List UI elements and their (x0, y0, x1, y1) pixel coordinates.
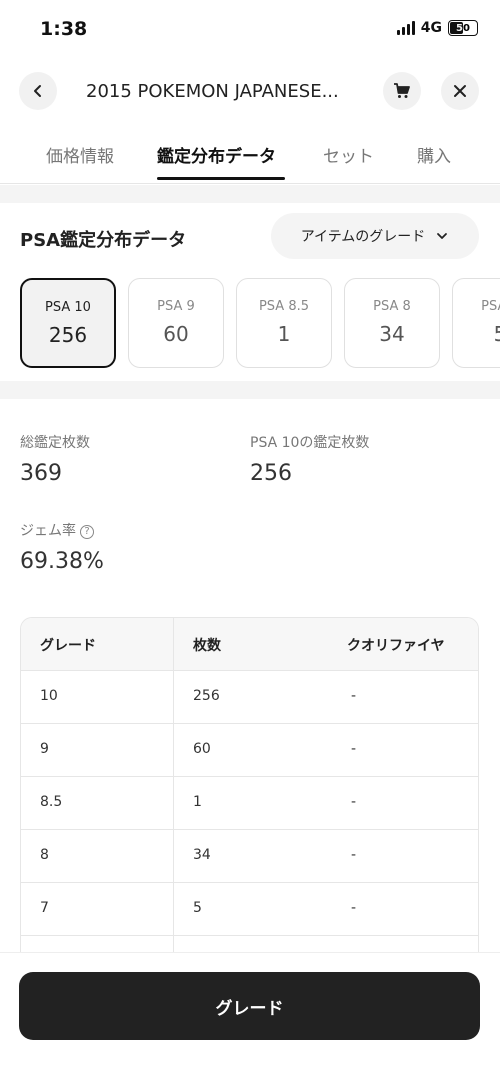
table-cell-count: 5 (193, 900, 202, 916)
tab-grading-distribution[interactable]: 鑑定分布データ (157, 142, 276, 167)
grade-card-count: 60 (163, 322, 189, 346)
item-grade-dropdown[interactable]: アイテムのグレード (271, 213, 479, 259)
grade-card-psa9[interactable]: PSA 9 60 (128, 278, 224, 368)
grade-card-count: 34 (379, 322, 405, 346)
table-header-qualifier: クオリファイヤ (347, 638, 445, 654)
tab-price-info[interactable]: 価格情報 (46, 142, 114, 167)
grade-card-label: PSA 8 (373, 299, 411, 314)
battery-level: 50 (456, 22, 470, 34)
gem-rate-value: 69.38% (20, 549, 104, 574)
psa10-count-value: 256 (250, 461, 292, 486)
cart-icon (394, 83, 410, 98)
status-time: 1:38 (40, 18, 88, 40)
grade-button[interactable]: グレード (19, 972, 480, 1040)
table-header-row: グレード 枚数 クオリファイヤ (21, 618, 478, 671)
section-title: PSA鑑定分布データ (20, 230, 187, 251)
table-cell-grade: 7 (40, 900, 49, 916)
status-indicators: 4G 50 (396, 20, 478, 36)
question-circle-icon[interactable]: ? (80, 524, 94, 539)
header: 2015 POKEMON JAPANESE... (0, 72, 500, 114)
table-cell-count: 256 (193, 688, 220, 704)
grade-card-list: PSA 10 256 PSA 9 60 PSA 8.5 1 PSA 8 34 P… (20, 278, 500, 368)
tab-set[interactable]: セット (323, 142, 374, 167)
table-cell-count: 1 (193, 794, 202, 810)
grade-card-psa10[interactable]: PSA 10 256 (20, 278, 116, 368)
total-graded-label: 総鑑定枚数 (20, 435, 90, 451)
table-row: 8.5 1 - (21, 777, 478, 830)
grade-card-psa8-5[interactable]: PSA 8.5 1 (236, 278, 332, 368)
close-icon (454, 85, 466, 97)
grade-table: グレード 枚数 クオリファイヤ 10 256 - 9 60 - 8.5 1 - … (20, 617, 479, 957)
table-header-count: 枚数 (193, 638, 221, 654)
table-cell-qualifier: - (351, 900, 357, 916)
back-button[interactable] (19, 72, 57, 110)
bottom-action-bar: グレード (0, 952, 500, 1080)
tab-buy[interactable]: 購入 (417, 142, 451, 167)
table-row: 9 60 - (21, 724, 478, 777)
table-row: 10 256 - (21, 671, 478, 724)
dropdown-label: アイテムのグレード (300, 229, 426, 245)
grade-card-psa8[interactable]: PSA 8 34 (344, 278, 440, 368)
chevron-down-icon (437, 233, 448, 239)
status-bar: 1:38 4G 50 (0, 0, 500, 60)
table-cell-qualifier: - (351, 794, 357, 810)
grade-card-label: PSA 7 (481, 299, 500, 314)
table-cell-count: 60 (193, 741, 211, 757)
table-cell-grade: 8.5 (40, 794, 63, 810)
total-graded-value: 369 (20, 461, 62, 486)
table-cell-qualifier: - (351, 847, 357, 863)
grade-card-count: 5 (493, 322, 500, 346)
gem-rate-label-text: ジェム率 (20, 523, 76, 539)
cart-button[interactable] (383, 72, 421, 110)
table-cell-count: 34 (193, 847, 211, 863)
active-tab-indicator (157, 177, 285, 180)
table-cell-grade: 8 (40, 847, 49, 863)
page-title: 2015 POKEMON JAPANESE... (86, 81, 339, 102)
grade-card-label: PSA 10 (45, 300, 91, 315)
table-column-divider (173, 618, 174, 957)
gem-rate-label: ジェム率? (20, 520, 94, 540)
table-cell-grade: 10 (40, 688, 58, 704)
grade-card-label: PSA 8.5 (258, 299, 310, 314)
battery-icon: 50 (448, 20, 478, 36)
psa10-count-label: PSA 10の鑑定枚数 (250, 435, 370, 451)
chevron-left-icon (34, 85, 41, 97)
grade-card-count: 256 (48, 323, 88, 347)
signal-icon (396, 21, 415, 35)
tab-bar: 価格情報 鑑定分布データ セット 購入 (0, 138, 500, 184)
table-row: 8 34 - (21, 830, 478, 883)
section-divider (0, 381, 500, 399)
table-cell-qualifier: - (351, 741, 357, 757)
table-row: 7 5 - (21, 883, 478, 936)
grade-card-label: PSA 9 (157, 299, 195, 314)
table-cell-qualifier: - (351, 688, 357, 704)
grade-card-count: 1 (277, 322, 291, 346)
section-divider (0, 185, 500, 203)
table-cell-grade: 9 (40, 741, 49, 757)
grade-card-psa7[interactable]: PSA 7 5 (452, 278, 500, 368)
close-button[interactable] (441, 72, 479, 110)
network-type: 4G (420, 20, 442, 36)
table-header-grade: グレード (40, 638, 96, 654)
